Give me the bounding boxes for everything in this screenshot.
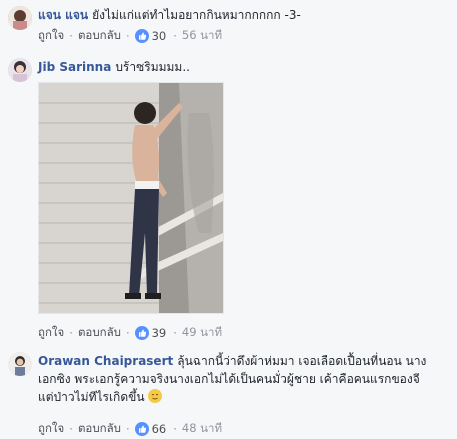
comment-text: Orawan Chaiprasert ลุ้นฉากนี้ว่าดึงผ้าห่ม… <box>38 352 438 406</box>
reply-button[interactable]: ตอบกลับ <box>78 324 121 342</box>
reaction-count[interactable]: 39 <box>152 326 167 340</box>
like-button[interactable]: ถูกใจ <box>38 420 64 438</box>
thumbs-up-icon[interactable] <box>134 326 149 340</box>
avatar-photo-icon <box>8 6 32 30</box>
separator: · <box>69 326 73 340</box>
comment-text: แจน แจน ยังไม่แก่แต่ทำไมอยากกินหมากกกกก -… <box>38 6 447 24</box>
avatar[interactable] <box>8 352 32 376</box>
reply-button[interactable]: ตอบกลับ <box>78 420 121 438</box>
separator: · <box>173 326 177 340</box>
separator: · <box>173 29 177 43</box>
timestamp[interactable]: 48 นาที <box>182 420 222 438</box>
smiling-face-emoji-icon <box>148 389 163 403</box>
separator: · <box>125 29 130 43</box>
avatar[interactable] <box>8 6 32 30</box>
reaction-count[interactable]: 66 <box>152 422 167 436</box>
reply-button[interactable]: ตอบกลับ <box>78 27 121 45</box>
author-name[interactable]: แจน แจน <box>38 8 88 22</box>
avatar-photo-icon <box>8 58 32 82</box>
thumbs-up-icon[interactable] <box>134 422 149 436</box>
avatar[interactable] <box>8 58 32 82</box>
comment-body: ยังไม่แก่แต่ทำไมอยากกินหมากกกกก -3- <box>92 8 301 22</box>
author-name[interactable]: Orawan Chaiprasert <box>38 354 173 368</box>
separator: · <box>125 326 130 340</box>
like-button[interactable]: ถูกใจ <box>38 324 64 342</box>
timestamp[interactable]: 56 นาที <box>182 27 222 45</box>
comment-body: บร้าซริมมมม.. <box>115 60 190 74</box>
comment-actions: ถูกใจ · ตอบกลับ · 30 · 56 นาที <box>38 27 222 45</box>
comment-actions: ถูกใจ · ตอบกลับ · 39 · 49 นาที <box>38 324 222 342</box>
like-button[interactable]: ถูกใจ <box>38 27 64 45</box>
separator: · <box>125 422 130 436</box>
reaction-count[interactable]: 30 <box>152 29 167 43</box>
comment-text: Jib Sarinna บร้าซริมมมม.. <box>38 58 447 76</box>
separator: · <box>69 422 73 436</box>
timestamp[interactable]: 49 นาที <box>182 324 222 342</box>
photo-image <box>39 83 223 313</box>
author-name[interactable]: Jib Sarinna <box>38 60 111 74</box>
avatar-photo-icon <box>8 352 32 376</box>
comment-actions: ถูกใจ · ตอบกลับ · 66 · 48 นาที <box>38 420 222 438</box>
comment-photo[interactable] <box>38 82 224 314</box>
thumbs-up-icon[interactable] <box>134 29 149 43</box>
separator: · <box>173 422 177 436</box>
separator: · <box>69 29 73 43</box>
